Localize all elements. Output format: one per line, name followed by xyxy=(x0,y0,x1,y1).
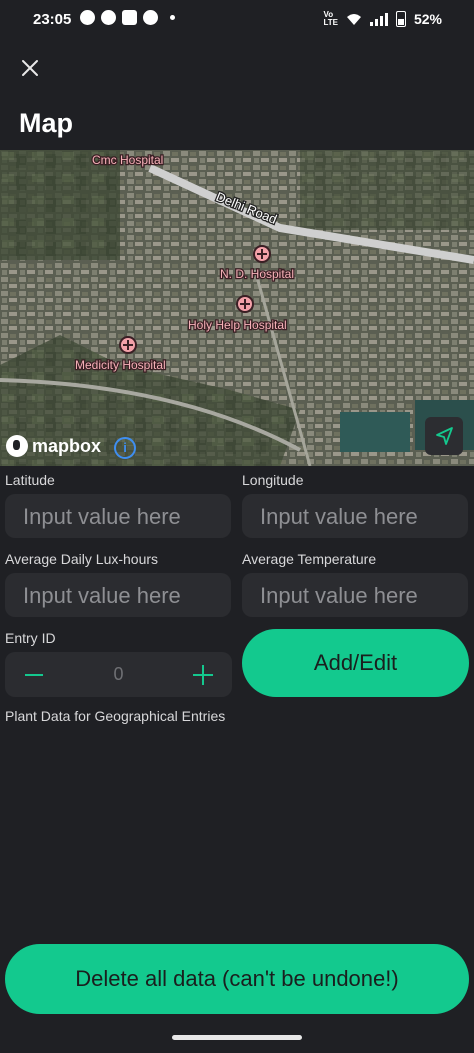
info-icon[interactable]: i xyxy=(114,437,136,459)
hospital-icon xyxy=(236,295,254,313)
home-indicator[interactable] xyxy=(172,1035,302,1040)
system-status: Vo LTE 52% xyxy=(323,11,442,27)
battery-icon xyxy=(395,11,406,27)
mapbox-logo: mapbox xyxy=(6,435,101,457)
hospital-icon xyxy=(253,245,271,263)
app-icon xyxy=(143,10,158,25)
wifi-icon xyxy=(346,13,361,25)
mapbox-attribution: mapbox xyxy=(32,435,102,456)
add-edit-button[interactable]: Add/Edit xyxy=(242,629,469,697)
lux-field[interactable]: Input value here xyxy=(5,573,231,617)
chat-icon xyxy=(101,10,116,25)
whatsapp-icon xyxy=(80,10,95,25)
location-arrow-icon xyxy=(436,427,453,445)
longitude-label: Longitude xyxy=(242,472,304,488)
longitude-field[interactable]: Input value here xyxy=(242,494,468,538)
linkedin-icon xyxy=(122,10,137,25)
status-bar: 23:05 Vo LTE 52% xyxy=(0,0,474,40)
more-notifications-icon xyxy=(170,15,175,20)
hospital-icon xyxy=(119,336,137,354)
map-place-label[interactable]: Cmc Hospital xyxy=(91,152,165,169)
satellite-map[interactable]: Delhi Road Cmc Hospital N. D. Hospital H… xyxy=(0,150,474,466)
volte-icon: Vo LTE xyxy=(323,10,338,27)
temperature-placeholder: Input value here xyxy=(260,583,418,608)
temperature-field[interactable]: Input value here xyxy=(242,573,468,617)
signal-icon xyxy=(369,12,388,26)
map-place-label[interactable]: Medicity Hospital xyxy=(74,357,167,374)
notification-icons xyxy=(80,10,175,25)
latitude-label: Latitude xyxy=(5,472,55,488)
map-place-label[interactable]: N. D. Hospital xyxy=(219,266,296,283)
latitude-placeholder: Input value here xyxy=(23,504,181,529)
map-place-label[interactable]: Holy Help Hospital xyxy=(187,317,288,334)
map-view[interactable]: Delhi Road Cmc Hospital N. D. Hospital H… xyxy=(0,150,474,466)
longitude-placeholder: Input value here xyxy=(260,504,418,529)
entry-id-stepper: 0 xyxy=(5,652,232,697)
section-title: Plant Data for Geographical Entries xyxy=(5,708,226,724)
delete-all-button[interactable]: Delete all data (can't be undone!) xyxy=(5,944,469,1014)
entry-id-label: Entry ID xyxy=(5,630,56,646)
lux-label: Average Daily Lux-hours xyxy=(5,551,159,567)
lux-placeholder: Input value here xyxy=(23,583,181,608)
page-title: Map xyxy=(19,108,73,138)
battery-percentage: 52% xyxy=(413,11,442,27)
plus-icon[interactable] xyxy=(193,665,213,685)
close-icon[interactable] xyxy=(18,56,42,80)
latitude-field[interactable]: Input value here xyxy=(5,494,231,538)
locate-button[interactable] xyxy=(425,417,463,455)
status-time: 23:05 xyxy=(33,11,72,28)
temperature-label: Average Temperature xyxy=(242,551,377,567)
mapbox-logo-icon xyxy=(6,435,28,457)
